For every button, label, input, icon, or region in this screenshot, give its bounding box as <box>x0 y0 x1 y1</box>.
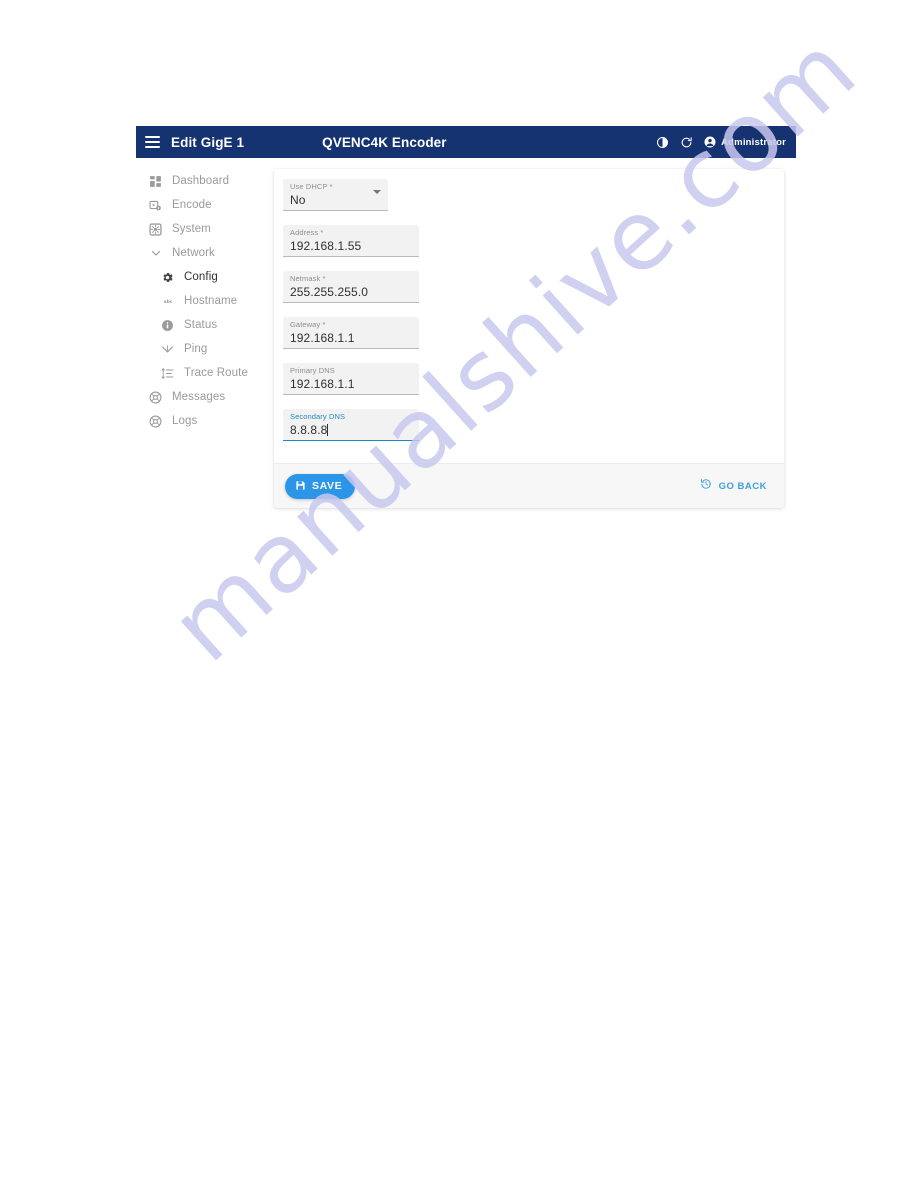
dashboard-grid-icon <box>148 174 163 189</box>
field-value: 8.8.8.8 <box>290 423 328 437</box>
save-floppy-icon <box>295 479 306 494</box>
trace-route-icon <box>160 366 175 381</box>
field-label: Netmask * <box>290 274 326 283</box>
sidebar-item-system[interactable]: System <box>136 217 273 241</box>
sidebar-item-config[interactable]: Config <box>136 265 273 289</box>
sidebar-navigation: Dashboard Encode System Network Config a… <box>136 158 273 433</box>
secondary-dns-field[interactable]: Secondary DNS 8.8.8.8 <box>283 409 419 441</box>
sidebar-item-label: Ping <box>184 343 208 355</box>
sidebar-item-dashboard[interactable]: Dashboard <box>136 169 273 193</box>
sidebar-item-label: Trace Route <box>184 367 248 379</box>
go-back-label: GO BACK <box>718 480 767 492</box>
text-cursor <box>327 424 329 436</box>
network-config-card: Use DHCP * No Address * 192.168.1.55 Net… <box>274 169 784 508</box>
sidebar-item-label: Status <box>184 319 218 331</box>
user-menu[interactable]: Administrator <box>704 136 786 148</box>
svg-text:abc: abc <box>163 299 172 305</box>
app-title: QVENC4K Encoder <box>322 134 447 150</box>
sidebar-item-label: Logs <box>172 415 198 427</box>
sidebar-item-messages[interactable]: Messages <box>136 385 273 409</box>
sidebar-item-label: Encode <box>172 199 212 211</box>
network-config-form: Use DHCP * No Address * 192.168.1.55 Net… <box>274 169 784 463</box>
sidebar-item-trace-route[interactable]: Trace Route <box>136 361 273 385</box>
address-field[interactable]: Address * 192.168.1.55 <box>283 225 419 257</box>
field-label: Primary DNS <box>290 366 335 375</box>
hamburger-menu-icon[interactable] <box>145 136 160 148</box>
chevron-down-icon <box>148 246 163 261</box>
encode-video-icon <box>148 198 163 213</box>
chevron-down-icon <box>373 190 381 194</box>
field-label: Address * <box>290 228 324 237</box>
sidebar-item-network[interactable]: Network <box>136 241 273 265</box>
sidebar-item-logs[interactable]: Logs <box>136 409 273 433</box>
gateway-field[interactable]: Gateway * 192.168.1.1 <box>283 317 419 349</box>
history-restore-icon <box>700 477 712 495</box>
field-value: 255.255.255.0 <box>290 285 369 299</box>
go-back-link[interactable]: GO BACK <box>700 477 767 495</box>
field-value: No <box>290 193 306 207</box>
sidebar-item-label: Config <box>184 271 218 283</box>
netmask-field[interactable]: Netmask * 255.255.255.0 <box>283 271 419 303</box>
sidebar-item-label: Dashboard <box>172 175 230 187</box>
page-title: Edit GigE 1 <box>171 134 245 150</box>
field-label: Gateway * <box>290 320 326 329</box>
sidebar-item-ping[interactable]: Ping <box>136 337 273 361</box>
system-gear-box-icon <box>148 222 163 237</box>
sidebar-item-encode[interactable]: Encode <box>136 193 273 217</box>
sidebar-item-hostname[interactable]: abc Hostname <box>136 289 273 313</box>
use-dhcp-select[interactable]: Use DHCP * No <box>283 179 388 211</box>
messages-circle-icon <box>148 390 163 405</box>
app-header: Edit GigE 1 QVENC4K Encoder Administrato… <box>136 126 796 158</box>
info-circle-icon <box>160 318 175 333</box>
primary-dns-field[interactable]: Primary DNS 192.168.1.1 <box>283 363 419 395</box>
application-window: Edit GigE 1 QVENC4K Encoder Administrato… <box>136 126 796 598</box>
field-value: 192.168.1.1 <box>290 331 355 345</box>
account-circle-icon <box>704 136 716 148</box>
card-action-bar: SAVE GO BACK <box>274 463 784 508</box>
logs-circle-icon <box>148 414 163 429</box>
sidebar-item-label: Messages <box>172 391 226 403</box>
sidebar-item-label: Hostname <box>184 295 238 307</box>
app-body: Dashboard Encode System Network Config a… <box>136 158 796 598</box>
sidebar-item-status[interactable]: Status <box>136 313 273 337</box>
brightness-contrast-icon[interactable] <box>656 136 669 149</box>
save-button[interactable]: SAVE <box>285 473 356 499</box>
header-actions: Administrator <box>656 136 786 149</box>
user-name-label: Administrator <box>721 136 786 148</box>
field-value: 192.168.1.1 <box>290 377 355 391</box>
field-label: Use DHCP * <box>290 182 333 191</box>
refresh-icon[interactable] <box>680 136 693 149</box>
sidebar-item-label: Network <box>172 247 215 259</box>
gear-icon <box>160 270 175 285</box>
save-button-label: SAVE <box>312 480 343 492</box>
content-area: Use DHCP * No Address * 192.168.1.55 Net… <box>273 158 796 508</box>
field-value: 192.168.1.55 <box>290 239 362 253</box>
field-label: Secondary DNS <box>290 412 346 421</box>
sidebar-item-label: System <box>172 223 211 235</box>
ping-arrow-icon <box>160 342 175 357</box>
abc-text-icon: abc <box>160 294 175 309</box>
